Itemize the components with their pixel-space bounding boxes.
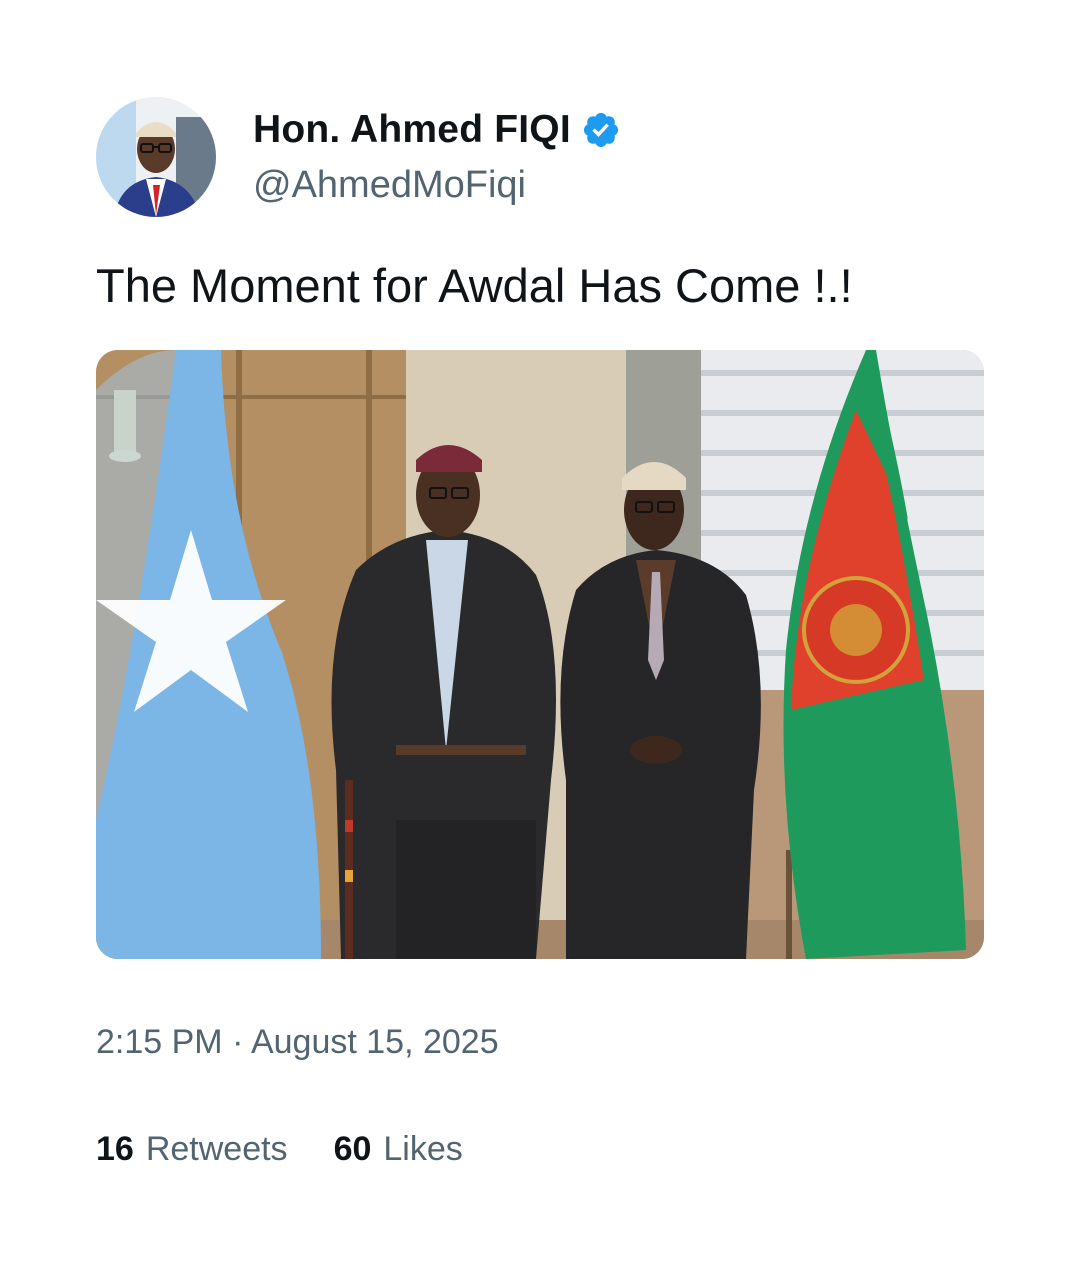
likes-label: Likes bbox=[383, 1130, 463, 1168]
tweet-timestamp[interactable]: 2:15 PM · August 15, 2025 bbox=[96, 1021, 499, 1063]
author-handle[interactable]: @AhmedMoFiqi bbox=[253, 162, 526, 208]
tweet-photo-image bbox=[96, 350, 984, 959]
retweets-stat[interactable]: 16 Retweets bbox=[96, 1128, 288, 1170]
likes-stat[interactable]: 60 Likes bbox=[334, 1128, 463, 1170]
avatar-image bbox=[96, 97, 216, 217]
retweets-label: Retweets bbox=[145, 1130, 288, 1168]
tweet-stats: 16 Retweets 60 Likes bbox=[96, 1128, 463, 1170]
author-display-name[interactable]: Hon. Ahmed FIQI bbox=[253, 107, 571, 153]
author-name-row: Hon. Ahmed FIQI bbox=[253, 107, 621, 153]
tweet-text: The Moment for Awdal Has Come !.! bbox=[96, 259, 853, 312]
likes-count: 60 bbox=[333, 1130, 372, 1168]
tweet-photo[interactable] bbox=[96, 350, 984, 959]
verified-badge-icon bbox=[583, 112, 618, 148]
author-avatar[interactable] bbox=[96, 97, 216, 217]
retweets-count: 16 bbox=[96, 1130, 134, 1168]
